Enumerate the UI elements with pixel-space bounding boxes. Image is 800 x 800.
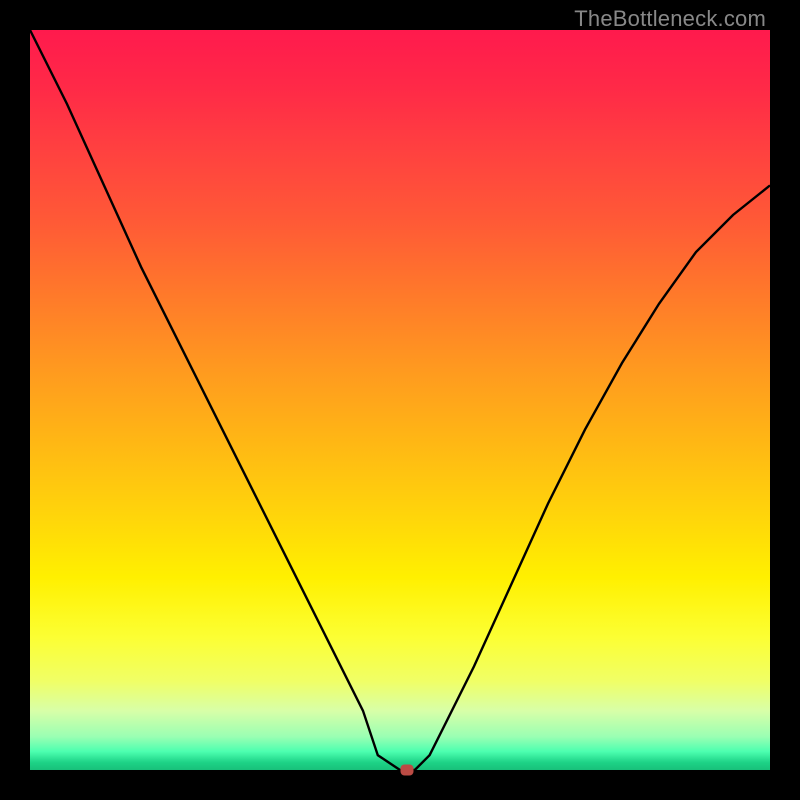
plot-area <box>30 30 770 770</box>
chart-frame: TheBottleneck.com <box>0 0 800 800</box>
curve-path <box>30 30 770 770</box>
bottleneck-curve <box>30 30 770 770</box>
minimum-marker <box>401 765 414 776</box>
watermark-text: TheBottleneck.com <box>574 6 766 32</box>
